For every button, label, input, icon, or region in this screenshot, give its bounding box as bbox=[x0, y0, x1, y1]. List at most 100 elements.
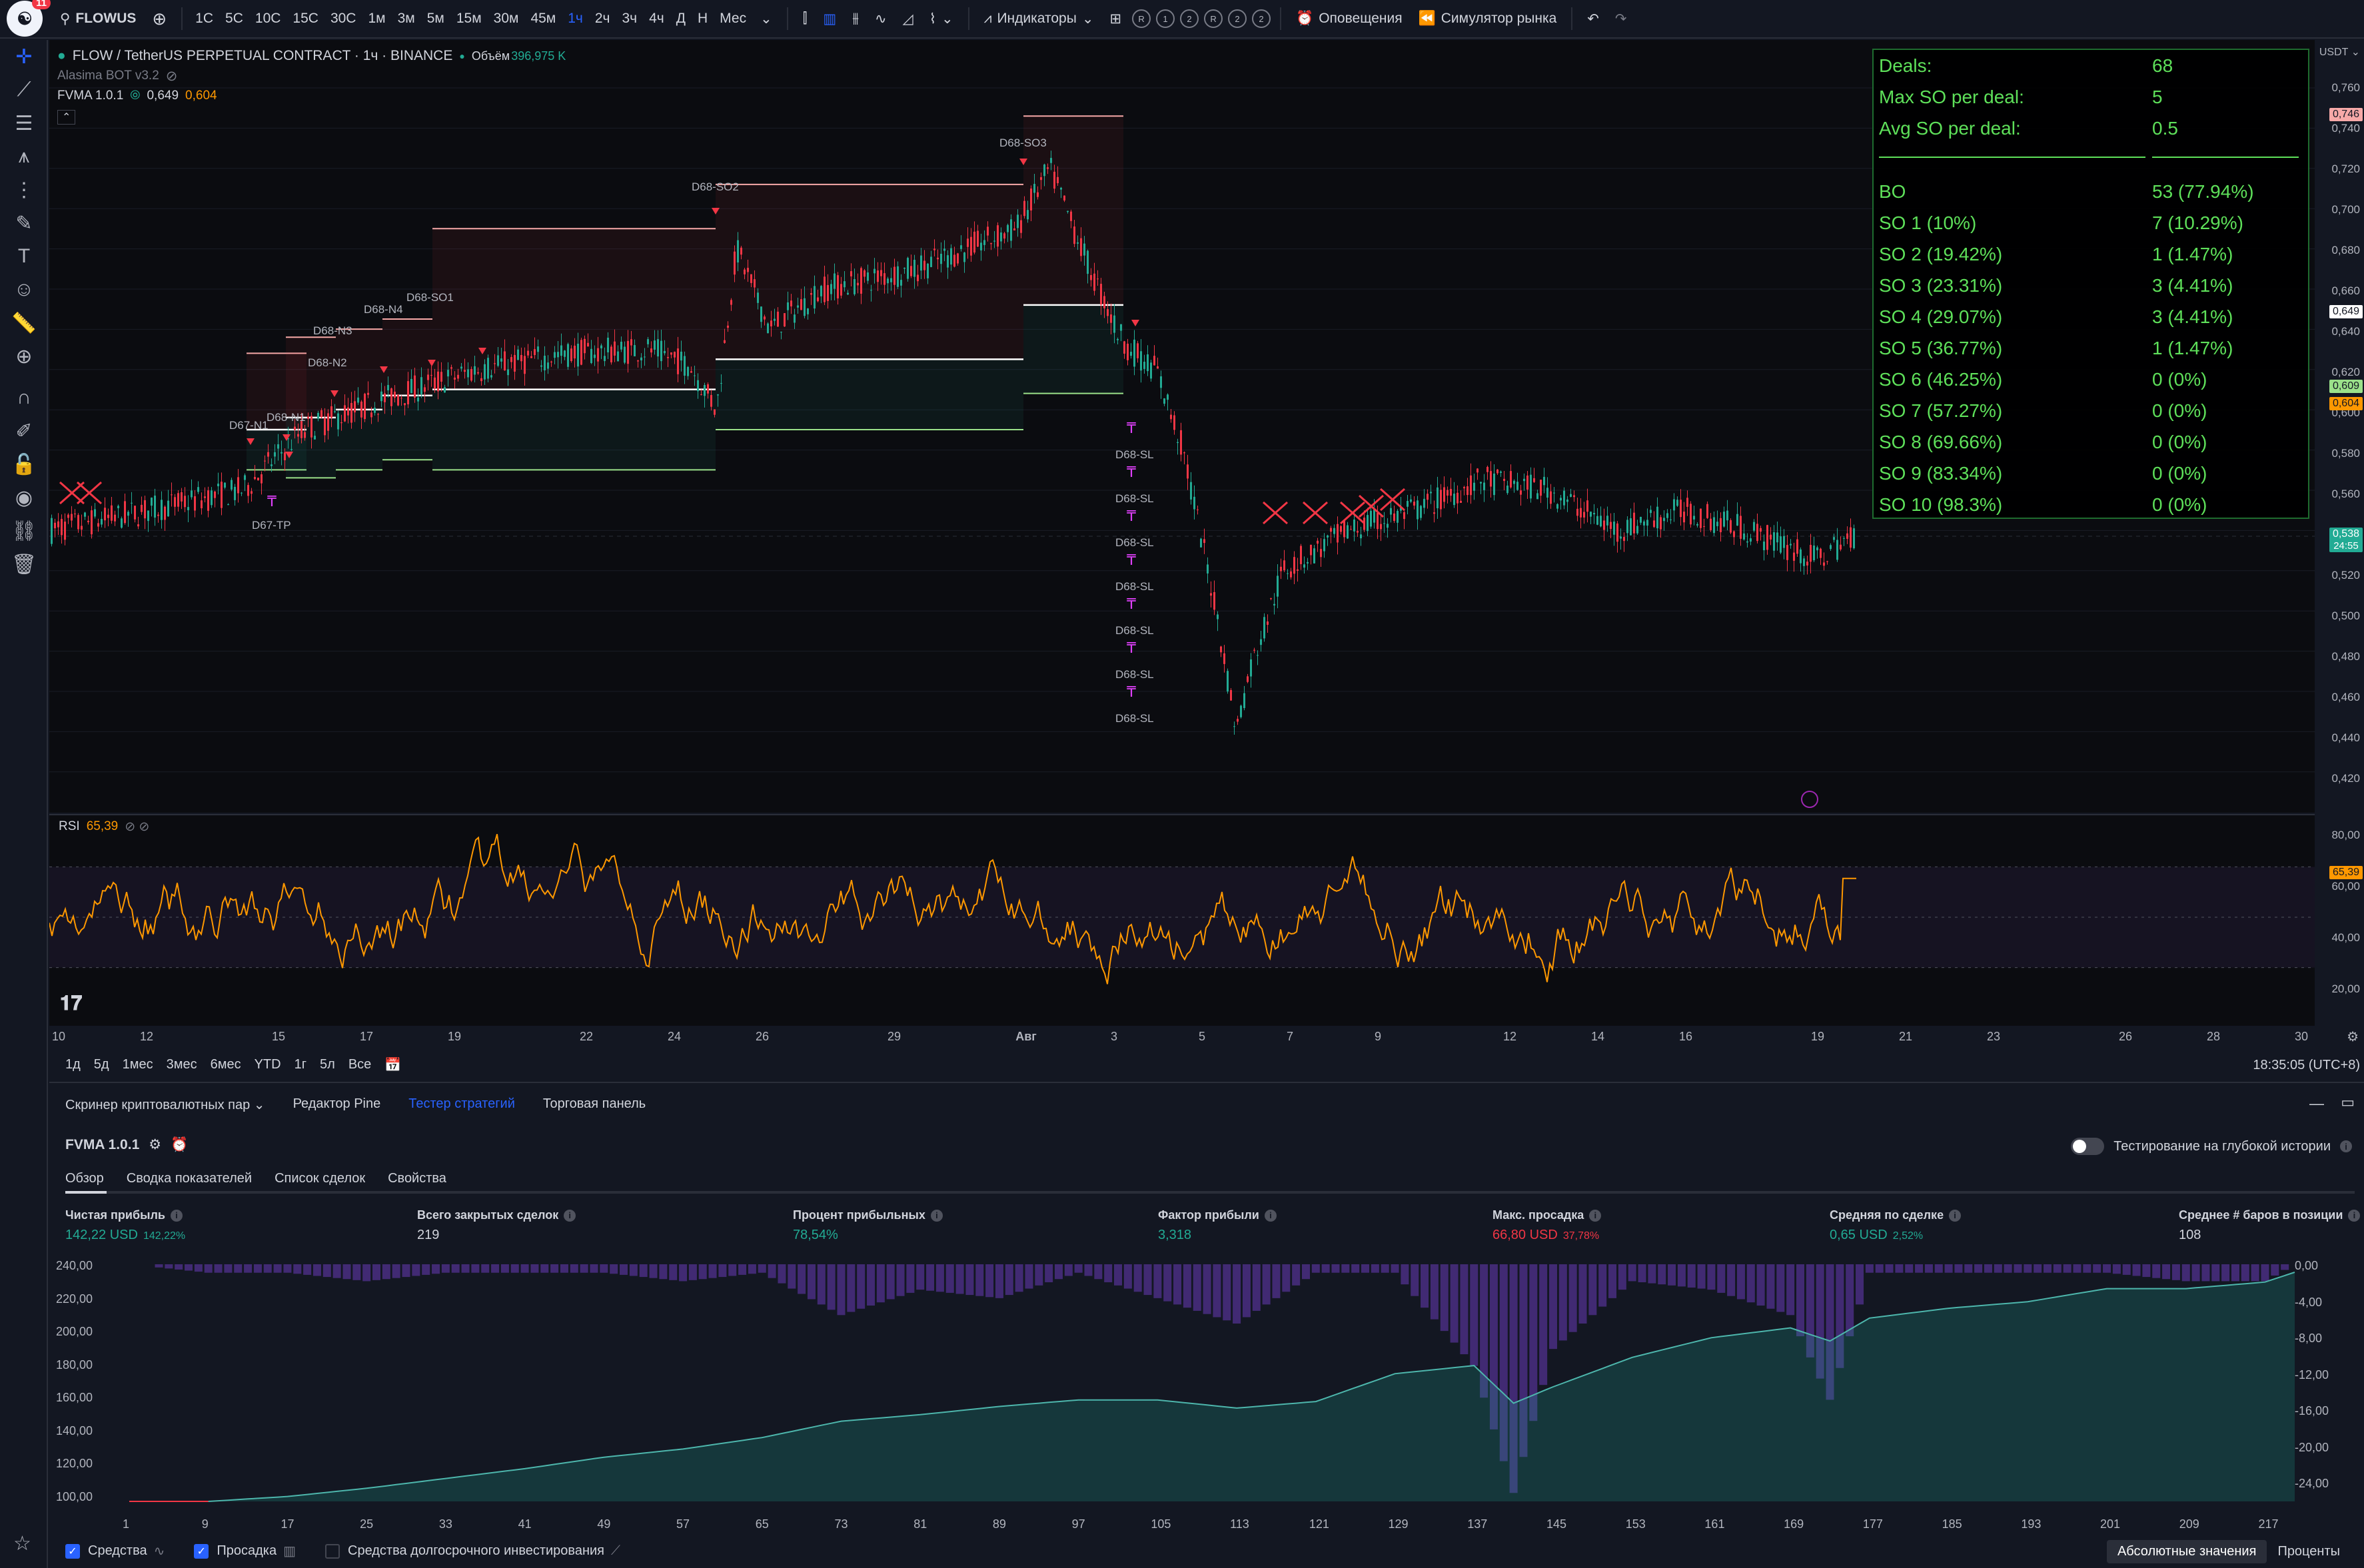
fib-tool[interactable]: ☰ bbox=[0, 107, 48, 140]
interval-0[interactable]: 1С bbox=[189, 11, 219, 27]
sub-tab-3[interactable]: Свойства bbox=[388, 1171, 446, 1186]
interval-9[interactable]: 30м bbox=[488, 11, 525, 27]
interval-13[interactable]: 3ч bbox=[616, 11, 644, 27]
buyhold-checkbox[interactable]: Средства долгосрочного инвестирования ⟋ bbox=[325, 1543, 620, 1559]
magnet-tool[interactable]: ∩ bbox=[0, 381, 48, 414]
interval-3[interactable]: 15С bbox=[287, 11, 324, 27]
equity-checkbox[interactable]: ✓ Средства ∿ bbox=[65, 1543, 165, 1559]
settings-gear-icon[interactable]: ⚙ bbox=[2347, 1028, 2359, 1045]
user-avatar[interactable]: ☯ 11 bbox=[7, 0, 51, 37]
info-icon[interactable]: i bbox=[1264, 1209, 1277, 1222]
absolute-values-button[interactable]: Абсолютные значения bbox=[2106, 1540, 2267, 1563]
sub-tab-1[interactable]: Сводка показателей bbox=[127, 1171, 252, 1186]
favorites-star-icon[interactable]: ☆ bbox=[13, 1532, 31, 1555]
template-circle-0[interactable]: R bbox=[1132, 9, 1151, 28]
range-8[interactable]: Все bbox=[342, 1057, 378, 1072]
info-icon[interactable]: i bbox=[2340, 1140, 2352, 1152]
range-3[interactable]: 3мес bbox=[160, 1057, 204, 1072]
interval-7[interactable]: 5м bbox=[421, 11, 450, 27]
layouts-button[interactable]: ⊞ bbox=[1101, 11, 1129, 27]
range-7[interactable]: 5л bbox=[313, 1057, 342, 1072]
zoom-tool[interactable]: ⊕ bbox=[0, 340, 48, 373]
hide-tool[interactable]: ◉ bbox=[0, 481, 48, 514]
sub-tab-2[interactable]: Список сделок bbox=[275, 1171, 365, 1186]
price-scale[interactable]: USDT ⌄ 0,760 0,740 0,720 0,700 0,680 0,660 0,6… bbox=[2316, 40, 2364, 813]
clock[interactable]: 18:35:05 (UTC+8) bbox=[2253, 1058, 2360, 1073]
compare-symbol-button[interactable]: ⊕ bbox=[144, 9, 175, 29]
text-tool[interactable]: T bbox=[0, 240, 48, 273]
stay-drawing-tool[interactable]: ✐ bbox=[0, 414, 48, 448]
interval-15[interactable]: Д bbox=[670, 11, 692, 27]
interval-11[interactable]: 1ч bbox=[562, 11, 589, 27]
baseline-style-button[interactable]: ⌇ ⌄ bbox=[921, 11, 961, 27]
redo-button[interactable]: ↷ bbox=[1607, 11, 1635, 27]
interval-1[interactable]: 5С bbox=[219, 11, 249, 27]
collapse-legend-button[interactable]: ⌃ bbox=[57, 107, 566, 128]
emoji-tool[interactable]: ☺ bbox=[0, 273, 48, 306]
interval-17[interactable]: Мес bbox=[714, 11, 752, 27]
info-icon[interactable]: i bbox=[1949, 1209, 1962, 1222]
interval-dropdown[interactable]: ⌄ bbox=[752, 11, 780, 27]
toggle-switch[interactable] bbox=[2071, 1138, 2105, 1155]
candles-style-button[interactable]: ▥ bbox=[815, 11, 844, 27]
template-circle-4[interactable]: 2 bbox=[1228, 9, 1247, 28]
bottom-tab-0[interactable]: Скринер криптовалютных пар ⌄ bbox=[65, 1096, 265, 1113]
area-style-button[interactable]: ◿ bbox=[895, 11, 921, 27]
range-2[interactable]: 1мес bbox=[116, 1057, 160, 1072]
crosshair-tool[interactable]: ✛ bbox=[0, 40, 48, 73]
bars-style-button[interactable]: ⫿ bbox=[795, 11, 816, 27]
maximize-icon[interactable]: ▭ bbox=[2341, 1094, 2355, 1111]
alarm-icon[interactable]: ⏰ bbox=[171, 1137, 188, 1153]
eye-off-icon[interactable]: ⊘ bbox=[166, 68, 178, 85]
template-circle-1[interactable]: 1 bbox=[1156, 9, 1175, 28]
interval-12[interactable]: 2ч bbox=[589, 11, 616, 27]
pattern-tool[interactable]: ⩚ bbox=[0, 140, 48, 173]
interval-8[interactable]: 15м bbox=[450, 11, 488, 27]
minimize-icon[interactable]: — bbox=[2309, 1095, 2324, 1112]
interval-14[interactable]: 4ч bbox=[643, 11, 670, 27]
undo-button[interactable]: ↶ bbox=[1579, 11, 1607, 27]
deep-history-toggle[interactable]: Тестирование на глубокой истории i bbox=[2071, 1138, 2352, 1155]
rsi-pane[interactable]: 𝟏𝟕 bbox=[49, 814, 2315, 1026]
time-scale[interactable]: ⚙ 10 12 15 17 19 22 24 26 29 Авг 3 5 7 9 12 14 16 19 21 23 2… bbox=[49, 1026, 2364, 1047]
interval-6[interactable]: 3м bbox=[392, 11, 421, 27]
settings-icon[interactable]: ⚙ bbox=[149, 1136, 161, 1153]
delete-tool[interactable]: 🗑 bbox=[0, 548, 48, 581]
currency-label[interactable]: USDT ⌄ bbox=[2319, 45, 2360, 59]
indicators-button[interactable]: ⩘ Индикаторы ⌄ bbox=[976, 11, 1102, 27]
range-4[interactable]: 6мес bbox=[204, 1057, 248, 1072]
info-icon[interactable]: i bbox=[1589, 1209, 1602, 1222]
symbol-search-button[interactable]: ⚲ FLOWUS bbox=[52, 11, 144, 27]
forecast-tool[interactable]: ⋮ bbox=[0, 173, 48, 206]
interval-4[interactable]: 30С bbox=[324, 11, 362, 27]
lock-tool[interactable]: 🔓 bbox=[0, 448, 48, 481]
interval-10[interactable]: 45м bbox=[524, 11, 562, 27]
bottom-tab-2[interactable]: Тестер стратегий bbox=[408, 1096, 515, 1113]
interval-2[interactable]: 10С bbox=[249, 11, 287, 27]
bottom-tab-1[interactable]: Редактор Pine bbox=[293, 1096, 381, 1113]
drawdown-checkbox[interactable]: ✓ Просадка ▥ bbox=[194, 1543, 296, 1559]
percent-button[interactable]: Проценты bbox=[2267, 1540, 2351, 1563]
range-5[interactable]: YTD bbox=[248, 1057, 288, 1072]
interval-5[interactable]: 1м bbox=[362, 11, 391, 27]
link-tool[interactable]: ⛓ bbox=[0, 514, 48, 548]
brush-tool[interactable]: ✎ bbox=[0, 206, 48, 240]
info-icon[interactable]: i bbox=[170, 1209, 183, 1222]
range-6[interactable]: 1г bbox=[288, 1057, 313, 1072]
rsi-scale[interactable]: 80,00 60,00 40,00 20,00 65,39 bbox=[2316, 814, 2364, 1026]
ruler-tool[interactable]: 📏 bbox=[0, 306, 48, 340]
range-1[interactable]: 5д bbox=[87, 1057, 116, 1072]
info-icon[interactable]: i bbox=[564, 1209, 576, 1222]
sub-tab-0[interactable]: Обзор bbox=[65, 1171, 104, 1186]
bottom-tab-3[interactable]: Торговая панель bbox=[543, 1096, 646, 1113]
info-icon[interactable]: i bbox=[930, 1209, 943, 1222]
template-circle-2[interactable]: 2 bbox=[1180, 9, 1199, 28]
goto-date-button[interactable]: 📅 bbox=[378, 1056, 408, 1073]
line-style-button[interactable]: ∿ bbox=[867, 11, 895, 27]
hlc-style-button[interactable]: ⫵ bbox=[844, 11, 867, 27]
eye-off-icon[interactable]: ⊘ ⊘ bbox=[125, 819, 149, 835]
template-circle-3[interactable]: R bbox=[1204, 9, 1223, 28]
replay-button[interactable]: ⏪ Симулятор рынка bbox=[1411, 11, 1565, 27]
trendline-tool[interactable]: ⟋ bbox=[0, 73, 48, 107]
interval-16[interactable]: Н bbox=[692, 11, 714, 27]
